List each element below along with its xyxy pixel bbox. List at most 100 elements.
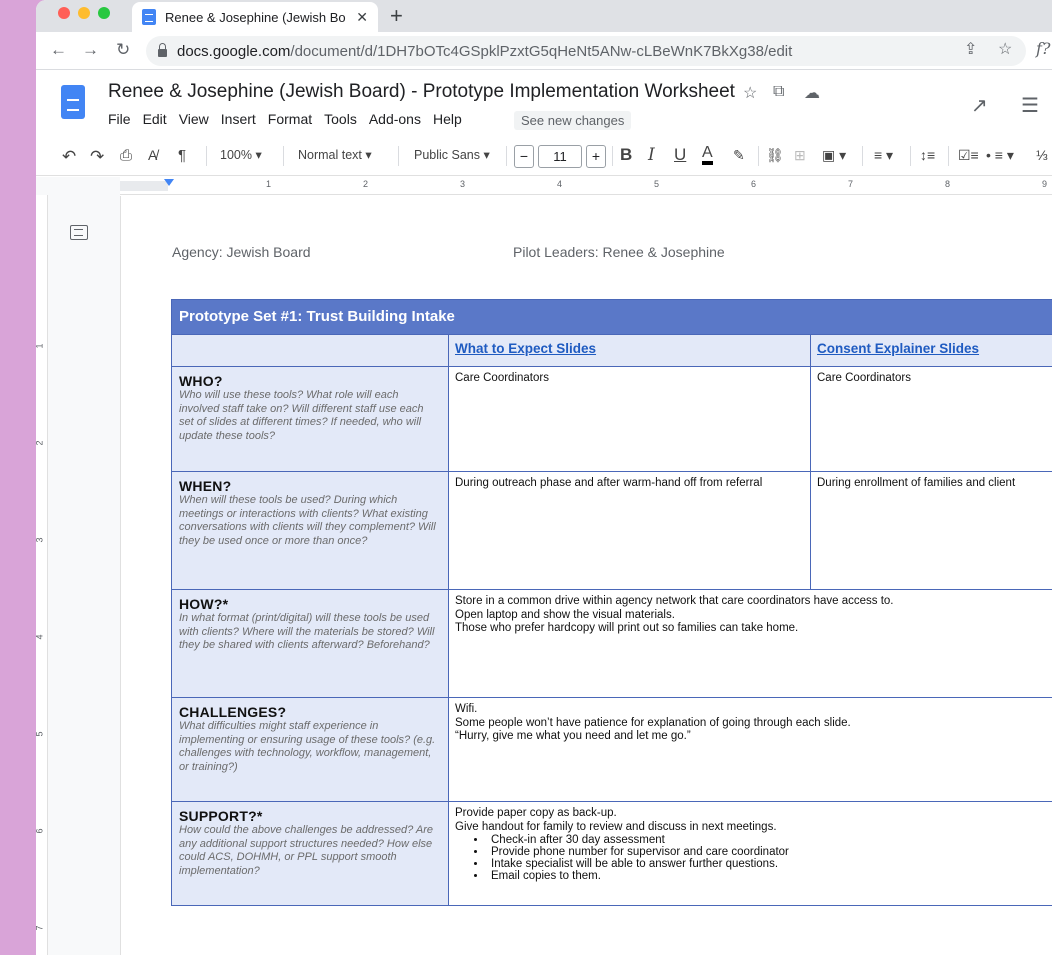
agency-text: Agency: Jewish Board <box>172 244 311 260</box>
undo-icon[interactable]: ↶ <box>62 147 76 167</box>
menu-addons[interactable]: Add-ons <box>363 111 427 127</box>
share-icon[interactable]: ⇪ <box>964 39 977 59</box>
indent-marker-icon[interactable] <box>164 179 174 186</box>
italic-icon[interactable]: I <box>648 145 655 165</box>
answer-cell[interactable]: During outreach phase and after warm-han… <box>448 471 811 590</box>
list-item: Provide phone number for supervisor and … <box>487 846 1047 858</box>
menu-file[interactable]: File <box>108 111 137 127</box>
docs-logo-icon[interactable] <box>61 85 85 119</box>
see-new-changes-button[interactable]: See new changes <box>514 111 632 130</box>
worksheet-table: Prototype Set #1: Trust Building Intake … <box>170 299 1052 906</box>
increase-font-size-button[interactable]: + <box>586 145 606 168</box>
address-bar: ← → ↻ docs.google.com/document/d/1DH7bOT… <box>36 32 1052 70</box>
tab-bar: Renee & Josephine (Jewish Bo ✕ + <box>36 0 1052 32</box>
document-outline-icon[interactable] <box>70 225 88 240</box>
vertical-ruler[interactable]: 1 2 3 4 5 6 7 <box>36 195 48 955</box>
table-title: Prototype Set #1: Trust Building Intake <box>179 308 455 325</box>
menu-format[interactable]: Format <box>262 111 318 127</box>
align-icon[interactable]: ≡ ▾ <box>874 147 893 164</box>
extension-icon[interactable]: f? <box>1036 39 1051 58</box>
browser-window: Renee & Josephine (Jewish Bo ✕ + ← → ↻ d… <box>36 0 1052 955</box>
empty-header-cell[interactable] <box>171 334 449 367</box>
redo-icon[interactable]: ↷ <box>90 147 104 167</box>
table-title-cell[interactable]: Prototype Set #1: Trust Building Intake <box>170 299 1052 335</box>
zoom-select[interactable]: 100% ▾ <box>220 147 262 162</box>
document-page[interactable]: Agency: Jewish Board Pilot Leaders: Rene… <box>120 196 1052 955</box>
consent-explainer-link[interactable]: Consent Explainer Slides <box>817 341 979 356</box>
cloud-status-icon[interactable]: ☁ <box>804 83 820 103</box>
answer-cell[interactable]: Store in a common drive within agency ne… <box>447 589 1052 698</box>
ruler-number: 9 <box>1042 179 1048 189</box>
menu-tools[interactable]: Tools <box>318 111 363 127</box>
row-label-cell[interactable]: SUPPORT?* How could the above challenges… <box>171 801 449 906</box>
ruler-number: 8 <box>945 179 951 189</box>
new-tab-button[interactable]: + <box>390 3 403 29</box>
move-folder-icon[interactable]: ⧉ <box>773 83 784 101</box>
browser-tab[interactable]: Renee & Josephine (Jewish Bo ✕ <box>132 2 378 32</box>
vruler-number: 2 <box>36 440 45 445</box>
numbered-list-icon[interactable]: ⅓ <box>1036 147 1048 163</box>
underline-icon[interactable]: U <box>674 145 686 165</box>
bookmark-star-icon[interactable]: ☆ <box>998 39 1012 59</box>
menu-bar: File Edit View Insert Format Tools Add-o… <box>108 111 468 127</box>
row-title: CHALLENGES? <box>179 704 287 720</box>
menu-view[interactable]: View <box>173 111 215 127</box>
support-bullet-list: Check-in after 30 day assessment Provide… <box>487 834 1047 882</box>
link-icon[interactable]: ⛓ <box>766 147 784 164</box>
row-label-cell[interactable]: WHO? Who will use these tools? What role… <box>171 366 449 472</box>
activity-trend-icon[interactable]: ↗ <box>971 93 988 118</box>
bold-icon[interactable]: B <box>620 145 632 165</box>
spellcheck-icon[interactable]: A̸ <box>148 147 157 163</box>
row-label-cell[interactable]: HOW?* In what format (print/digital) wil… <box>171 589 449 698</box>
back-arrow-icon[interactable]: ← <box>50 40 67 60</box>
row-label-cell[interactable]: CHALLENGES? What difficulties might staf… <box>171 697 449 802</box>
answer-line: Those who prefer hardcopy will print out… <box>455 622 799 634</box>
ruler-number: 2 <box>363 179 369 189</box>
font-size-input[interactable]: 11 <box>538 145 582 168</box>
document-title[interactable]: Renee & Josephine (Jewish Board) - Proto… <box>108 81 735 103</box>
ruler-number: 3 <box>460 179 466 189</box>
highlight-icon[interactable]: ✎ <box>733 147 745 164</box>
url-omnibox[interactable]: docs.google.com/document/d/1DH7bOTc4GSpk… <box>146 36 1026 66</box>
column-header-cell[interactable]: Consent Explainer Slides <box>809 334 1052 367</box>
star-icon[interactable]: ☆ <box>743 83 757 103</box>
answer-cell[interactable]: During enrollment of families and client <box>809 471 1052 590</box>
close-window-button[interactable] <box>58 7 70 19</box>
table-row-support: SUPPORT?* How could the above challenges… <box>171 801 1052 906</box>
paint-format-icon[interactable]: ¶ <box>178 147 186 164</box>
answer-cell[interactable]: Wifi. Some people won’t have patience fo… <box>447 697 1052 802</box>
reload-icon[interactable]: ↻ <box>116 40 130 60</box>
forward-arrow-icon[interactable]: → <box>82 40 99 60</box>
row-title: WHO? <box>179 373 223 389</box>
answer-cell[interactable]: Care Coordinators <box>448 366 811 472</box>
pilot-leaders-text: Pilot Leaders: Renee & Josephine <box>513 244 725 260</box>
comments-icon[interactable]: ☰ <box>1021 93 1039 118</box>
decrease-font-size-button[interactable]: − <box>514 145 534 168</box>
list-item: Check-in after 30 day assessment <box>487 834 1047 846</box>
line-spacing-icon[interactable]: ↕≡ <box>920 147 935 163</box>
minimize-window-button[interactable] <box>78 7 90 19</box>
lock-icon <box>158 43 167 57</box>
paragraph-style-select[interactable]: Normal text ▾ <box>298 147 372 162</box>
checklist-icon[interactable]: ☑≡ <box>958 147 979 164</box>
comment-icon[interactable]: ⊞ <box>794 147 806 164</box>
maximize-window-button[interactable] <box>98 7 110 19</box>
bulleted-list-icon[interactable]: • ≡ ▾ <box>986 147 1014 164</box>
zoom-value: 100% <box>220 148 252 162</box>
text-color-icon[interactable]: A <box>702 145 713 165</box>
horizontal-ruler[interactable]: 1 2 3 4 5 6 7 8 9 <box>120 177 1052 195</box>
what-to-expect-link[interactable]: What to Expect Slides <box>455 341 596 356</box>
column-header-cell[interactable]: What to Expect Slides <box>448 334 811 367</box>
menu-help[interactable]: Help <box>427 111 468 127</box>
tab-close-icon[interactable]: ✕ <box>356 9 368 26</box>
insert-image-icon[interactable]: ▣ ▾ <box>822 147 846 164</box>
menu-insert[interactable]: Insert <box>215 111 262 127</box>
ruler-number: 4 <box>557 179 563 189</box>
print-icon[interactable]: ⎙ <box>120 147 132 164</box>
answer-cell[interactable]: Provide paper copy as back-up. Give hand… <box>447 801 1052 906</box>
row-label-cell[interactable]: WHEN? When will these tools be used? Dur… <box>171 471 449 590</box>
font-select[interactable]: Public Sans ▾ <box>414 147 490 162</box>
answer-cell[interactable]: Care Coordinators <box>809 366 1052 472</box>
menu-edit[interactable]: Edit <box>137 111 173 127</box>
answer-text: Care Coordinators <box>817 372 911 384</box>
